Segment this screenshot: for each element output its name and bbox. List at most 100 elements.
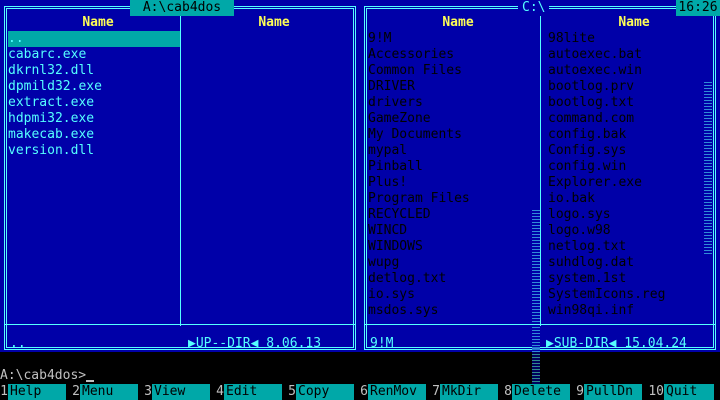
- right-column1-header[interactable]: Name: [370, 15, 546, 31]
- right-status-name: 9!M: [370, 336, 394, 351]
- left-panel-path: A:\cab4dos: [130, 0, 234, 16]
- right-status-divider: [364, 324, 716, 325]
- right-column1-scrollbar[interactable]: [532, 208, 540, 384]
- file-list-item[interactable]: command.com: [548, 111, 665, 127]
- file-list-item[interactable]: Plus!: [368, 175, 470, 191]
- file-list-item[interactable]: Pinball: [368, 159, 470, 175]
- file-list-item[interactable]: Explorer.exe: [548, 175, 665, 191]
- file-list-item[interactable]: config.bak: [548, 127, 665, 143]
- right-file-list-column1: 9!M Accessories Common Files DRIVER drivers G…: [368, 31, 470, 319]
- right-status-info: ▶SUB-DIR◀ 15.04.24: [546, 336, 687, 351]
- file-list-item[interactable]: bootlog.prv: [548, 79, 665, 95]
- file-list-item[interactable]: netlog.txt: [548, 239, 665, 255]
- file-list-item[interactable]: My Documents: [368, 127, 470, 143]
- fkey-number: 2: [72, 384, 80, 400]
- left-status-name: ..: [10, 336, 26, 351]
- file-list-item[interactable]: cabarc.exe: [8, 47, 180, 63]
- left-column2-header[interactable]: Name: [186, 15, 362, 31]
- file-list-item[interactable]: io.bak: [548, 191, 665, 207]
- file-list-item[interactable]: WINDOWS: [368, 239, 470, 255]
- fkey-number: 10: [648, 384, 664, 400]
- file-list-item[interactable]: wupg: [368, 255, 470, 271]
- file-list-item[interactable]: Config.sys: [548, 143, 665, 159]
- fkey-label: Help: [8, 384, 66, 400]
- file-list-item[interactable]: Program Files: [368, 191, 470, 207]
- text-cursor: [86, 380, 95, 382]
- file-list-item[interactable]: extract.exe: [8, 95, 180, 111]
- file-list-item[interactable]: ..: [8, 31, 180, 47]
- fkey-help[interactable]: 1 Help: [0, 384, 72, 400]
- file-list-item[interactable]: RECYCLED: [368, 207, 470, 223]
- file-list-item[interactable]: bootlog.txt: [548, 95, 665, 111]
- fkey-number: 4: [216, 384, 224, 400]
- fkey-number: 5: [288, 384, 296, 400]
- fkey-number: 9: [576, 384, 584, 400]
- file-list-item[interactable]: Accessories: [368, 47, 470, 63]
- left-panel[interactable]: A:\cab4dos Name Name .. cabarc.exe dkrnl32…: [0, 0, 360, 352]
- file-list-item[interactable]: WINCD: [368, 223, 470, 239]
- left-file-list: .. cabarc.exe dkrnl32.dll dpmild32.exe extra…: [8, 31, 180, 159]
- right-file-list-column2: 98lite autoexec.bat autoexec.win bootlog.pr…: [548, 31, 665, 319]
- left-column-divider: [180, 6, 181, 326]
- file-list-item[interactable]: Common Files: [368, 63, 470, 79]
- fkey-label: MkDir: [440, 384, 498, 400]
- left-status-divider: [4, 324, 356, 325]
- fkey-pulldn[interactable]: 9 PullDn: [576, 384, 648, 400]
- file-list-item[interactable]: config.win: [548, 159, 665, 175]
- fkey-number: 7: [432, 384, 440, 400]
- fkey-label: RenMov: [368, 384, 426, 400]
- fkey-number: 8: [504, 384, 512, 400]
- function-key-bar: 1 Help 2 Menu 3 View 4 Edit 5 Copy 6 RenMov 7 MkDir 8 D…: [0, 384, 720, 400]
- fkey-quit[interactable]: 10 Quit: [648, 384, 720, 400]
- right-column2-header[interactable]: Name: [546, 15, 720, 31]
- fkey-edit[interactable]: 4 Edit: [216, 384, 288, 400]
- right-column2-scrollbar[interactable]: [704, 80, 712, 256]
- right-panel[interactable]: C:\ 16:26 Name Name 9!M Accessories Common…: [360, 0, 720, 384]
- file-list-item[interactable]: system.1st: [548, 271, 665, 287]
- command-line[interactable]: A:\cab4dos>: [0, 368, 95, 384]
- file-list-item[interactable]: makecab.exe: [8, 127, 180, 143]
- file-list-item[interactable]: io.sys: [368, 287, 470, 303]
- left-column1-header[interactable]: Name: [10, 15, 186, 31]
- fkey-number: 6: [360, 384, 368, 400]
- fkey-view[interactable]: 3 View: [144, 384, 216, 400]
- fkey-label: View: [152, 384, 210, 400]
- clock: 16:26: [676, 0, 720, 16]
- file-list-item[interactable]: detlog.txt: [368, 271, 470, 287]
- fkey-number: 3: [144, 384, 152, 400]
- file-list-item[interactable]: autoexec.win: [548, 63, 665, 79]
- fkey-mkdir[interactable]: 7 MkDir: [432, 384, 504, 400]
- fkey-label: Quit: [664, 384, 714, 400]
- fkey-label: PullDn: [584, 384, 642, 400]
- file-list-item[interactable]: msdos.sys: [368, 303, 470, 319]
- file-list-item[interactable]: SystemIcons.reg: [548, 287, 665, 303]
- right-panel-path: C:\: [518, 0, 550, 16]
- file-list-item[interactable]: win98qi.inf: [548, 303, 665, 319]
- fkey-label: Menu: [80, 384, 138, 400]
- file-list-item[interactable]: logo.sys: [548, 207, 665, 223]
- fkey-number: 1: [0, 384, 8, 400]
- fkey-label: Delete: [512, 384, 570, 400]
- file-list-item[interactable]: suhdlog.dat: [548, 255, 665, 271]
- file-list-item[interactable]: mypal: [368, 143, 470, 159]
- fkey-menu[interactable]: 2 Menu: [72, 384, 144, 400]
- file-list-item[interactable]: dkrnl32.dll: [8, 63, 180, 79]
- fkey-copy[interactable]: 5 Copy: [288, 384, 360, 400]
- fkey-label: Edit: [224, 384, 282, 400]
- file-list-item[interactable]: drivers: [368, 95, 470, 111]
- fkey-delete[interactable]: 8 Delete: [504, 384, 576, 400]
- file-list-item[interactable]: autoexec.bat: [548, 47, 665, 63]
- file-list-item[interactable]: DRIVER: [368, 79, 470, 95]
- fkey-label: Copy: [296, 384, 354, 400]
- file-list-item[interactable]: 9!M: [368, 31, 470, 47]
- file-list-item[interactable]: hdpmi32.exe: [8, 111, 180, 127]
- right-column-divider: [540, 6, 541, 326]
- fkey-renmov[interactable]: 6 RenMov: [360, 384, 432, 400]
- file-list-item[interactable]: logo.w98: [548, 223, 665, 239]
- file-list-item[interactable]: version.dll: [8, 143, 180, 159]
- file-list-item[interactable]: GameZone: [368, 111, 470, 127]
- file-list-item[interactable]: dpmild32.exe: [8, 79, 180, 95]
- left-status-info: ▶UP--DIR◀ 8.06.13: [188, 336, 322, 351]
- file-list-item[interactable]: 98lite: [548, 31, 665, 47]
- command-prompt: A:\cab4dos>: [0, 368, 87, 383]
